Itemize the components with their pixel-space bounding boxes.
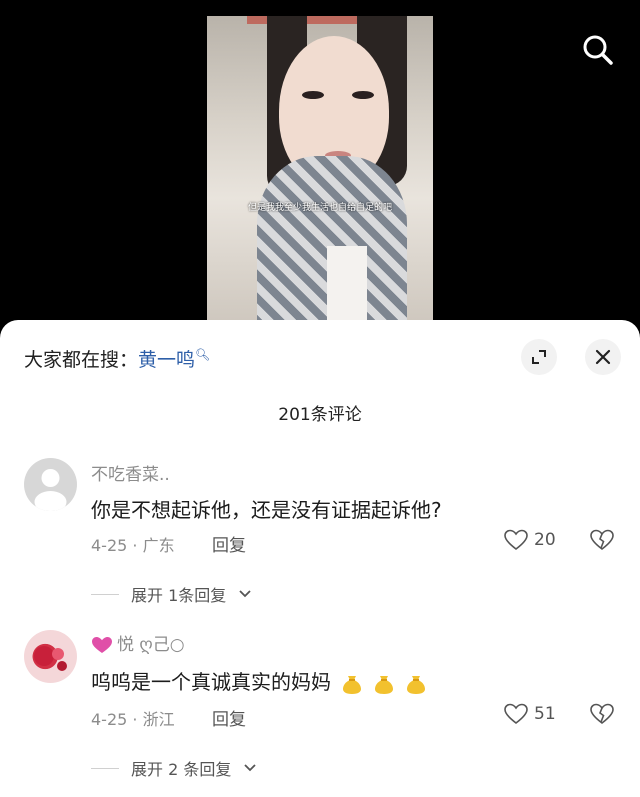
chevron-down-icon bbox=[244, 764, 256, 772]
like-count: 51 bbox=[534, 704, 556, 724]
expand-replies-button[interactable]: 展开 1条回复 bbox=[91, 582, 252, 606]
meta-separator: · bbox=[132, 710, 138, 729]
expand-replies-label: 展开 1条回复 bbox=[131, 586, 227, 605]
avatar-image bbox=[34, 646, 67, 671]
video-eye-right bbox=[352, 91, 374, 99]
reply-button[interactable]: 回复 bbox=[212, 705, 246, 730]
expand-icon bbox=[532, 350, 546, 364]
video-shirt bbox=[327, 246, 367, 320]
dislike-button[interactable] bbox=[590, 703, 614, 729]
expand-divider bbox=[91, 593, 119, 595]
reply-button[interactable]: 回复 bbox=[212, 531, 246, 556]
search-suggestion-keyword[interactable]: 黄一鸣 bbox=[138, 349, 195, 371]
search-icon bbox=[583, 35, 613, 65]
broken-heart-icon bbox=[590, 529, 614, 551]
like-count: 20 bbox=[534, 530, 556, 550]
dislike-button[interactable] bbox=[590, 529, 614, 555]
comment-location: 浙江 bbox=[142, 710, 175, 729]
money-bag-emoji-icon bbox=[407, 675, 425, 694]
comment-count: 201条评论 bbox=[278, 405, 362, 425]
expand-button[interactable] bbox=[521, 339, 557, 375]
search-suggestion[interactable]: 大家都在搜：黄一鸣🔍︎ bbox=[24, 345, 210, 372]
default-avatar-icon bbox=[34, 469, 67, 511]
comment-meta: 4-25 · 广东 bbox=[91, 532, 175, 556]
expand-replies-label: 展开 2 条回复 bbox=[131, 760, 232, 779]
comment-username[interactable]: 悦 ღ己○ bbox=[91, 630, 185, 655]
meta-separator: · bbox=[132, 536, 138, 555]
money-bag-emoji-icon bbox=[343, 675, 361, 694]
comment-text-content: 呜呜是一个真诚真实的妈妈 bbox=[91, 670, 331, 694]
broken-heart-icon bbox=[590, 703, 614, 725]
search-small-icon: 🔍︎ bbox=[195, 347, 211, 362]
search-button[interactable] bbox=[578, 30, 618, 70]
comment-location: 广东 bbox=[142, 536, 175, 555]
heart-emoji-icon bbox=[92, 637, 112, 653]
comment-text: 呜呜是一个真诚真实的妈妈 bbox=[91, 666, 427, 695]
video-eye-left bbox=[302, 91, 324, 99]
comment-meta: 4-25 · 浙江 bbox=[91, 706, 175, 730]
expand-replies-button[interactable]: 展开 2 条回复 bbox=[91, 756, 257, 780]
comment-date: 4-25 bbox=[91, 710, 128, 729]
heart-icon bbox=[504, 529, 528, 551]
comment-panel: 大家都在搜：黄一鸣🔍︎ 201条评论 不吃香菜.. 你是不想起诉他，还是没有证据… bbox=[0, 320, 640, 797]
chevron-down-icon bbox=[239, 590, 251, 598]
avatar[interactable] bbox=[24, 458, 77, 511]
money-bag-emoji-icon bbox=[375, 675, 393, 694]
close-button[interactable] bbox=[585, 339, 621, 375]
like-button[interactable]: 20 bbox=[504, 529, 556, 551]
avatar[interactable] bbox=[24, 630, 77, 683]
comment-date: 4-25 bbox=[91, 536, 128, 555]
comment-username-text: 悦 ღ己○ bbox=[117, 635, 185, 655]
comment-username[interactable]: 不吃香菜.. bbox=[91, 460, 170, 485]
close-icon bbox=[595, 349, 611, 365]
video-caption: 但是我我至少我生活也自给自足的吧 bbox=[247, 203, 392, 213]
comment-text: 你是不想起诉他，还是没有证据起诉他? bbox=[91, 498, 442, 522]
heart-icon bbox=[504, 703, 528, 725]
expand-divider bbox=[91, 767, 119, 769]
video-area[interactable]: 但是我我至少我生活也自给自足的吧 bbox=[0, 0, 640, 330]
video-frame[interactable]: 但是我我至少我生活也自给自足的吧 bbox=[207, 16, 433, 320]
search-suggestion-prefix: 大家都在搜： bbox=[24, 349, 139, 371]
like-button[interactable]: 51 bbox=[504, 703, 556, 725]
